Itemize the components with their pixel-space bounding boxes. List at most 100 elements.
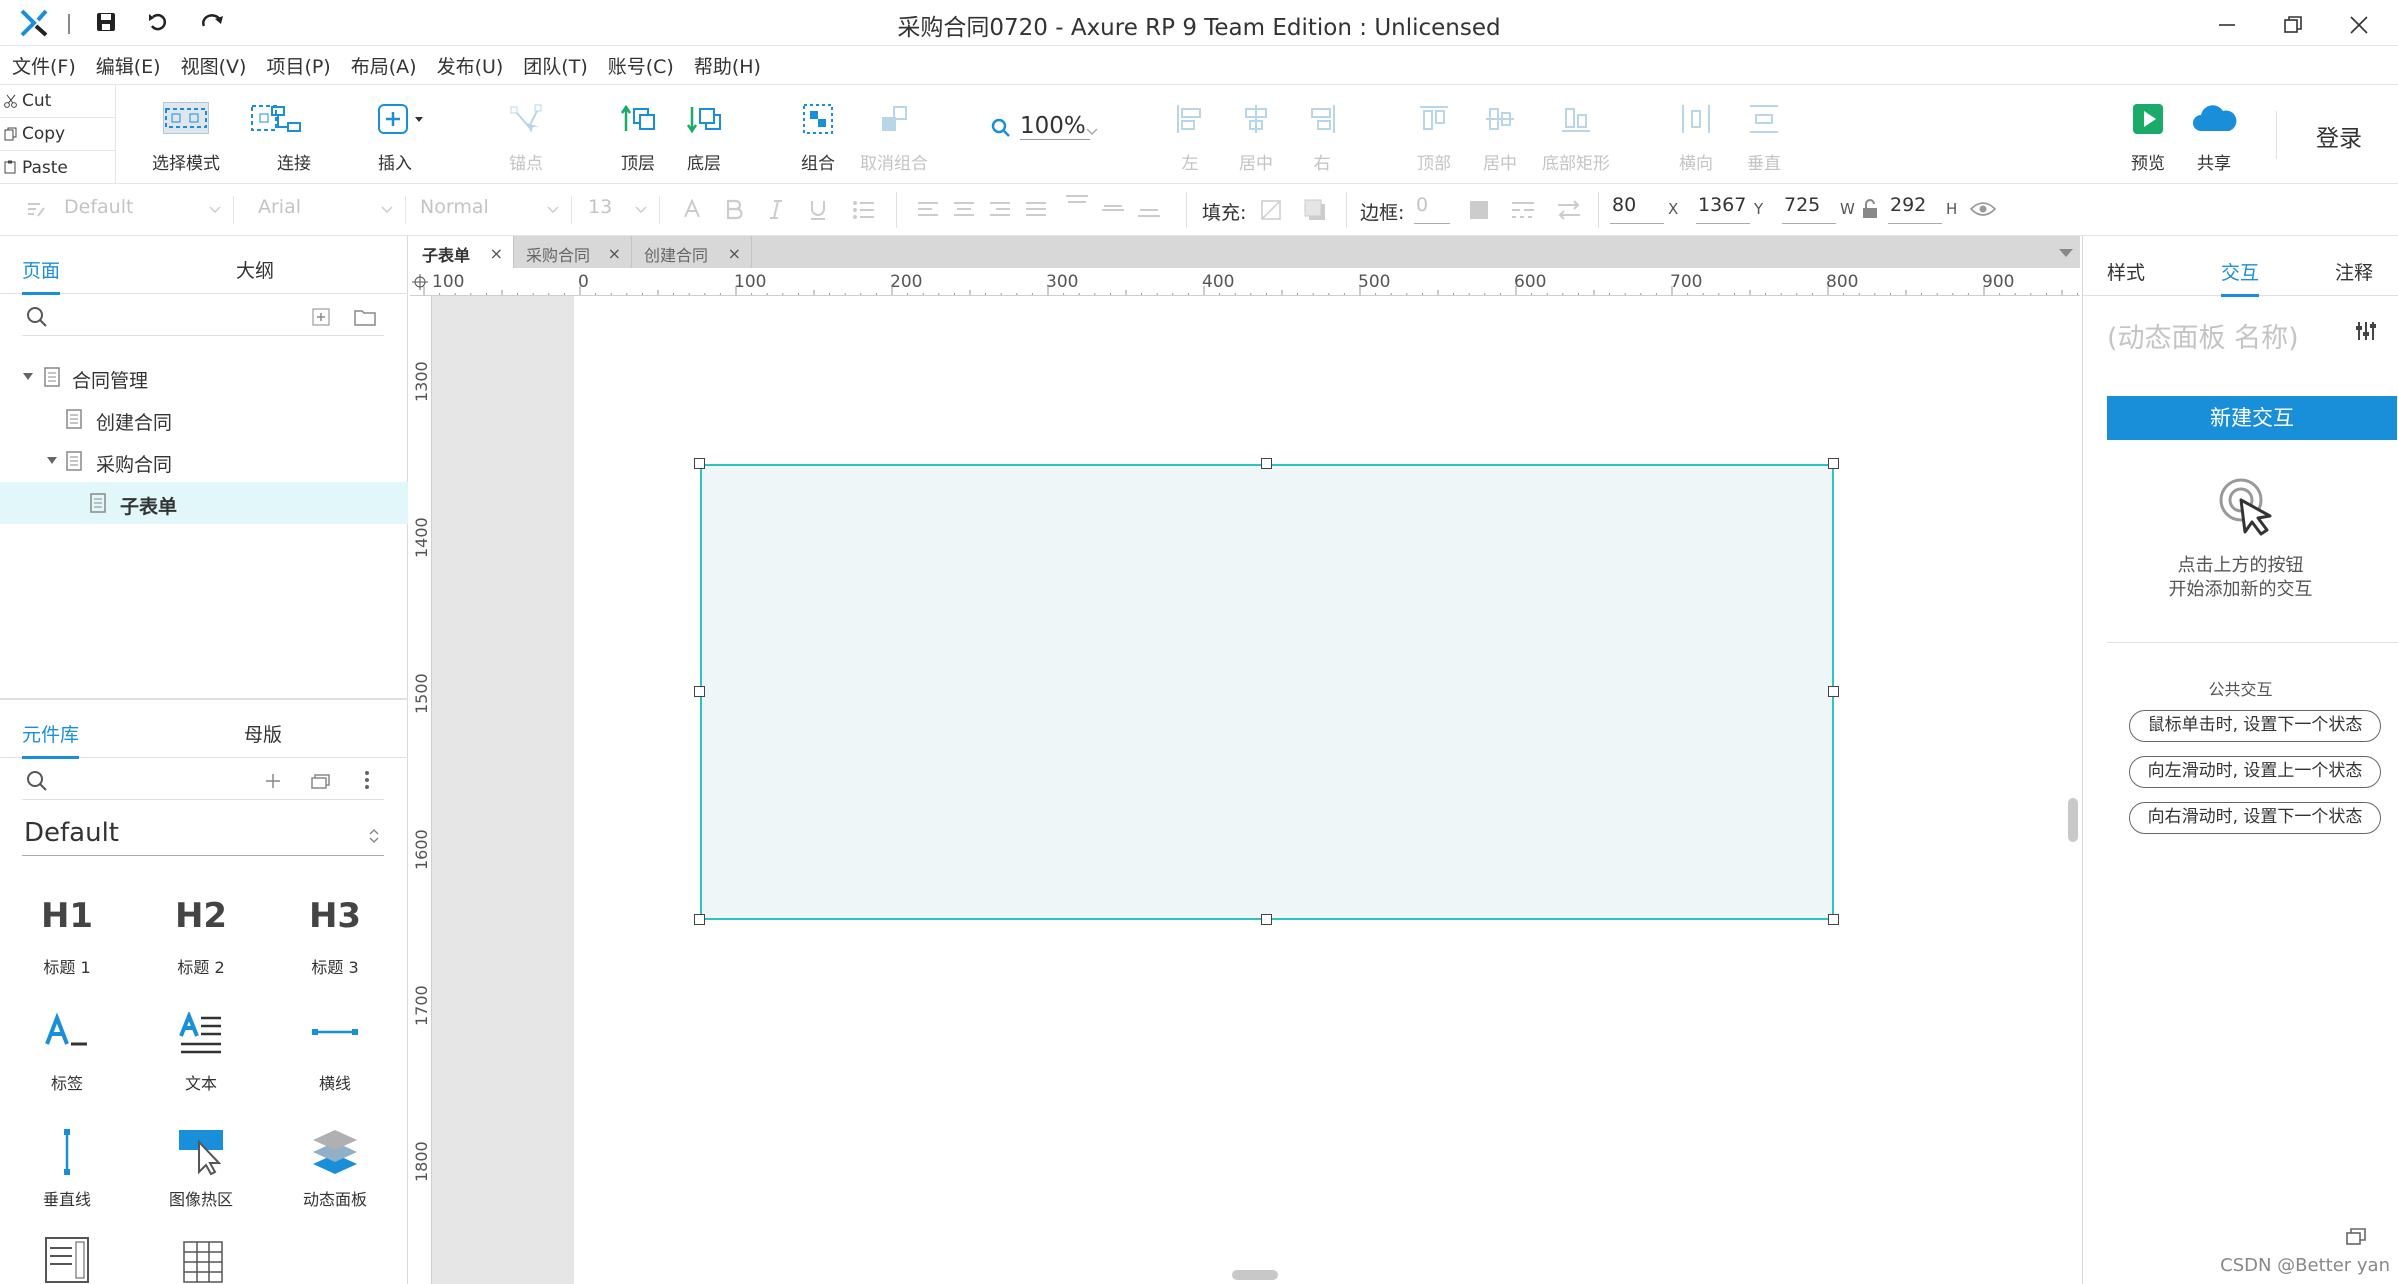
menu-publish[interactable]: 发布(U): [437, 52, 504, 79]
send-to-back-button[interactable]: 底层: [674, 85, 734, 185]
library-stack-icon[interactable]: [310, 772, 332, 790]
style-edit-icon[interactable]: [26, 200, 46, 220]
tab-masters[interactable]: 母版: [244, 720, 282, 747]
preview-button[interactable]: 预览: [2118, 85, 2178, 185]
bold-icon[interactable]: [724, 199, 744, 221]
tab-outline[interactable]: 大纲: [236, 256, 274, 283]
widget-vline[interactable]: 垂直线: [2, 1128, 132, 1218]
dock-panel-icon[interactable]: [2345, 1226, 2367, 1246]
align-right-button[interactable]: 右: [1292, 85, 1352, 185]
doc-tab-create-contract[interactable]: 创建合同 ×: [632, 236, 752, 268]
widget-h2[interactable]: H2 标题 2: [136, 896, 266, 986]
width-input[interactable]: 725: [1782, 194, 1836, 224]
valign-bottom-icon[interactable]: [1136, 198, 1162, 222]
tab-libraries[interactable]: 元件库: [22, 720, 80, 759]
widget-hotspot[interactable]: 图像热区: [136, 1128, 266, 1218]
valign-middle-icon[interactable]: [1100, 198, 1126, 222]
search-icon[interactable]: [26, 306, 48, 328]
fill-color-icon[interactable]: [1260, 199, 1282, 221]
y-input[interactable]: 1367: [1696, 194, 1750, 224]
underline-icon[interactable]: [808, 199, 828, 221]
widget-text-element[interactable]: 文本: [136, 1012, 266, 1102]
style-select[interactable]: Default: [56, 196, 234, 224]
share-button[interactable]: 共享: [2184, 85, 2244, 185]
eye-icon[interactable]: [1970, 200, 1996, 218]
restore-icon[interactable]: [2282, 14, 2304, 36]
group-button[interactable]: 组合: [788, 85, 848, 185]
widget-h3[interactable]: H3 标题 3: [270, 896, 400, 986]
unlock-icon[interactable]: [1862, 198, 1878, 220]
widget-label-element[interactable]: 标签: [2, 1012, 132, 1102]
resize-handle-nw[interactable]: [694, 458, 705, 469]
menu-team[interactable]: 团队(T): [523, 52, 587, 79]
x-input[interactable]: 80: [1610, 194, 1664, 224]
close-tab-icon[interactable]: ×: [728, 244, 741, 263]
close-tab-icon[interactable]: ×: [490, 244, 503, 263]
resize-handle-se[interactable]: [1828, 914, 1839, 925]
tree-item-contract-management[interactable]: 合同管理: [0, 356, 408, 398]
widget-h1[interactable]: H1 标题 1: [2, 896, 132, 986]
tabs-dropdown-icon[interactable]: [2058, 248, 2074, 258]
resize-handle-s[interactable]: [1261, 914, 1272, 925]
points-button[interactable]: 锚点: [496, 85, 556, 185]
align-text-left-icon[interactable]: [916, 199, 940, 221]
bullet-list-icon[interactable]: [852, 199, 876, 221]
italic-icon[interactable]: [766, 199, 786, 221]
distribute-horizontal-button[interactable]: 横向: [1666, 85, 1726, 185]
add-page-icon[interactable]: [312, 308, 330, 326]
preset-interaction-swipe-right-next[interactable]: 向右滑动时, 设置下一个状态: [2129, 802, 2381, 834]
align-bottom-button[interactable]: 底部矩形: [1540, 85, 1612, 185]
cut-button[interactable]: Cut: [0, 85, 116, 118]
tree-item-create-contract[interactable]: 创建合同: [0, 398, 408, 440]
preset-interaction-swipe-left-prev[interactable]: 向左滑动时, 设置上一个状态: [2129, 756, 2381, 788]
copy-button[interactable]: Copy: [0, 118, 116, 151]
search-icon[interactable]: [26, 770, 48, 792]
distribute-vertical-button[interactable]: 垂直: [1734, 85, 1794, 185]
login-button[interactable]: 登录: [2316, 119, 2362, 153]
caret-down-icon[interactable]: [22, 372, 34, 382]
font-weight-select[interactable]: Normal: [412, 196, 572, 224]
doc-tab-purchase-contract[interactable]: 采购合同 ×: [514, 236, 632, 268]
align-top-button[interactable]: 顶部: [1404, 85, 1464, 185]
horizontal-scrollbar[interactable]: [1232, 1270, 1278, 1280]
more-vertical-icon[interactable]: [364, 770, 370, 790]
resize-handle-n[interactable]: [1261, 458, 1272, 469]
tab-style[interactable]: 样式: [2107, 258, 2145, 285]
preset-interaction-click-next[interactable]: 鼠标单击时, 设置下一个状态: [2129, 710, 2381, 742]
align-text-center-icon[interactable]: [952, 199, 976, 221]
close-icon[interactable]: [2348, 14, 2370, 36]
widget-hline[interactable]: 横线: [270, 1012, 400, 1102]
font-select[interactable]: Arial: [250, 196, 406, 224]
menu-arrange[interactable]: 布局(A): [351, 52, 417, 79]
arrow-style-icon[interactable]: [1556, 199, 1582, 221]
doc-tab-sub-form[interactable]: 子表单 ×: [410, 236, 514, 268]
align-center-button[interactable]: 居中: [1226, 85, 1286, 185]
border-color-icon[interactable]: [1468, 199, 1490, 221]
menu-edit[interactable]: 编辑(E): [96, 52, 161, 79]
caret-down-icon[interactable]: [46, 456, 58, 466]
tree-item-purchase-contract[interactable]: 采购合同: [0, 440, 408, 482]
align-text-right-icon[interactable]: [988, 199, 1012, 221]
zoom-control[interactable]: 100%: [990, 111, 1100, 145]
tab-notes[interactable]: 注释: [2335, 258, 2373, 285]
font-color-icon[interactable]: [682, 199, 702, 221]
resize-handle-sw[interactable]: [694, 914, 705, 925]
close-tab-icon[interactable]: ×: [608, 244, 621, 263]
new-interaction-button[interactable]: 新建交互: [2107, 396, 2397, 440]
widget-name-input[interactable]: (动态面板 名称): [2107, 316, 2299, 355]
library-select[interactable]: Default: [22, 816, 384, 856]
align-middle-button[interactable]: 居中: [1470, 85, 1530, 185]
height-input[interactable]: 292: [1888, 194, 1942, 224]
align-left-button[interactable]: 左: [1160, 85, 1220, 185]
menu-file[interactable]: 文件(F): [12, 52, 76, 79]
menu-project[interactable]: 项目(P): [266, 52, 330, 79]
minimize-icon[interactable]: [2216, 14, 2238, 36]
shadow-icon[interactable]: [1304, 199, 1326, 221]
dynamic-panel-widget[interactable]: [700, 464, 1834, 920]
border-style-icon[interactable]: [1510, 199, 1536, 221]
resize-handle-ne[interactable]: [1828, 458, 1839, 469]
align-text-justify-icon[interactable]: [1024, 199, 1048, 221]
insert-button[interactable]: 插入: [366, 85, 438, 185]
resize-handle-w[interactable]: [694, 686, 705, 697]
connect-button[interactable]: 连接: [246, 85, 312, 185]
